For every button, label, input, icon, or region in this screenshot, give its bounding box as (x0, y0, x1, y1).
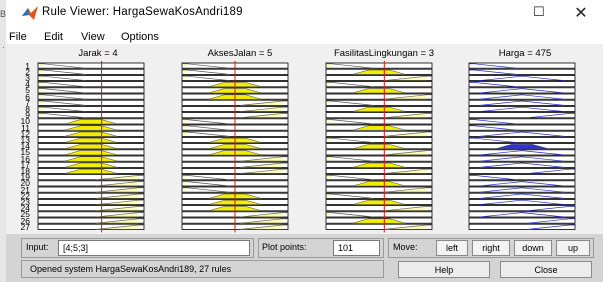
rule-cell (468, 155, 576, 162)
rule-cell (37, 217, 145, 224)
rule-cell (325, 155, 433, 162)
rule-cell (325, 205, 433, 212)
rule-cell (37, 75, 145, 82)
rule-cell (37, 192, 145, 199)
rule-cell (37, 155, 145, 162)
help-button[interactable]: Help (398, 261, 490, 278)
rule-cell (468, 106, 576, 113)
rule-cell (325, 99, 433, 106)
input-field[interactable]: [4;5;3] (58, 240, 250, 256)
rule-cell (468, 161, 576, 168)
rule-cell (468, 124, 576, 131)
rule-cell (37, 81, 145, 88)
plot-points-field[interactable]: 101 (333, 240, 380, 256)
rule-cell (37, 99, 145, 106)
rule-cell (325, 87, 433, 94)
rule-cell (325, 118, 433, 125)
rule-cell (37, 198, 145, 205)
rule-cell (468, 112, 576, 119)
rule-cell (325, 161, 433, 168)
rule-cell (37, 167, 145, 174)
rule-cell (325, 130, 433, 137)
rule-cell (468, 198, 576, 205)
rule-cell (325, 217, 433, 224)
move-label: Move: (393, 242, 418, 252)
rule-cell (37, 149, 145, 156)
rule-cell (468, 87, 576, 94)
rule-cell (468, 217, 576, 224)
rule-cell (325, 106, 433, 113)
rule-cell (325, 186, 433, 193)
rule-cell (37, 130, 145, 137)
rule-cell (325, 112, 433, 119)
rule-cell (325, 81, 433, 88)
rule-cell (468, 211, 576, 218)
rule-cell (325, 93, 433, 100)
rule-cell (37, 223, 145, 230)
rule-cell (325, 167, 433, 174)
move-up-button[interactable]: up (556, 240, 590, 256)
rule-cell (37, 87, 145, 94)
rule-cell (37, 112, 145, 119)
plot-points-label: Plot points: (262, 242, 307, 252)
rule-cell (325, 211, 433, 218)
move-down-button[interactable]: down (514, 240, 552, 256)
rule-cell (325, 149, 433, 156)
rule-cell (37, 106, 145, 113)
rule-cell (37, 143, 145, 150)
status-text: Opened system HargaSewaKosAndri189, 27 r… (30, 264, 232, 274)
rule-cell (468, 174, 576, 181)
move-right-button[interactable]: right (472, 240, 510, 256)
rule-cell (325, 143, 433, 150)
rule-cell (468, 62, 576, 69)
rule-cell (37, 211, 145, 218)
rule-cell (37, 161, 145, 168)
rule-cell (468, 180, 576, 187)
rule-cell (468, 186, 576, 193)
rule-cell (325, 198, 433, 205)
rule-cell (468, 93, 576, 100)
rule-cell (468, 192, 576, 199)
rule-cell (325, 75, 433, 82)
rule-cell (37, 174, 145, 181)
rule-cell (325, 192, 433, 199)
rule-cell (325, 174, 433, 181)
rule-cell (37, 205, 145, 212)
rule-cell (468, 149, 576, 156)
rule-cell (37, 186, 145, 193)
rule-cell (468, 99, 576, 106)
rule-cell (325, 124, 433, 131)
rule-cell (468, 75, 576, 82)
rule-cell (37, 124, 145, 131)
rule-cell (468, 223, 576, 230)
rule-cell (468, 136, 576, 143)
rule-cell (325, 62, 433, 69)
close-button[interactable]: Close (500, 261, 592, 278)
move-left-button[interactable]: left (436, 240, 468, 256)
rule-cell (37, 62, 145, 69)
rule-cell (468, 81, 576, 88)
rule-cell (325, 180, 433, 187)
rule-cell (468, 118, 576, 125)
rule-cell (468, 130, 576, 137)
rule-cell (468, 167, 576, 174)
rule-cell (468, 143, 576, 150)
rule-cell (37, 180, 145, 187)
rule-cell (468, 205, 576, 212)
rule-cell (37, 118, 145, 125)
rule-cell (325, 68, 433, 75)
rule-cell (37, 136, 145, 143)
input-label: Input: (26, 242, 49, 252)
rule-cell (37, 93, 145, 100)
rule-cell (37, 68, 145, 75)
rule-cell (468, 68, 576, 75)
rule-cell (325, 136, 433, 143)
rule-cell (325, 223, 433, 230)
